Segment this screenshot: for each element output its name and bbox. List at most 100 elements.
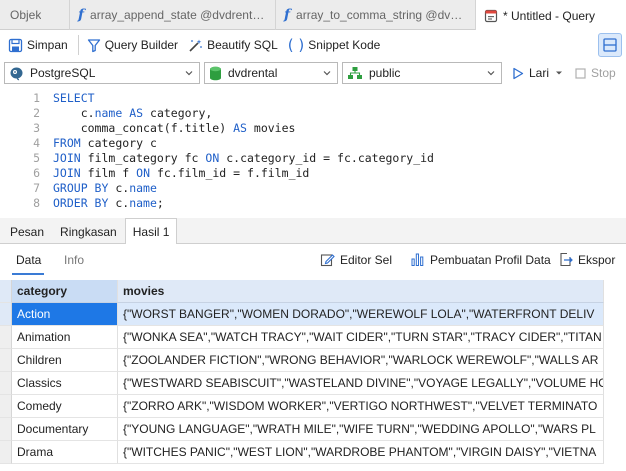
funnel-icon [87,38,101,53]
line-number: 8 [33,196,40,210]
tab-hasil-1[interactable]: Hasil 1 [124,218,178,244]
table-row[interactable]: Classics {"WESTWARD SEABISCUIT","WASTELA… [0,372,626,395]
cell-category[interactable]: Action [12,303,118,326]
chevron-down-icon [184,67,194,81]
chevron-down-icon [486,67,496,81]
code-snippet-button[interactable]: ( ) Snippet Kode [284,33,385,57]
chevron-down-icon [322,67,332,81]
subtab-data[interactable]: Data [16,253,41,267]
layout-toggle-button[interactable] [598,33,622,57]
export-button[interactable]: Ekspor [558,252,615,267]
schema-value: public [369,66,401,80]
tab-label: Ringkasan [60,224,117,239]
query-builder-label: Query Builder [104,38,179,52]
cell-movies[interactable]: {"WONKA SEA","WATCH TRACY","WAIT CIDER",… [118,326,604,349]
cell-editor-button[interactable]: Editor Sel [320,252,392,267]
export-icon [558,252,573,267]
run-label: Lari [529,66,550,80]
active-subtab-indicator [12,273,44,275]
cell-movies[interactable]: {"WITCHES PANIC","WEST LION","WARDROBE P… [118,441,604,464]
cell-editor-label: Editor Sel [340,252,393,267]
data-profiling-button[interactable]: Pembuatan Profil Data [410,252,551,267]
beautify-sql-label: Beautify SQL [207,38,278,52]
parentheses-icon: ( ) [287,36,305,54]
row-header[interactable] [0,418,12,441]
row-header[interactable] [0,326,12,349]
tab-ringkasan[interactable]: Ringkasan [52,219,125,243]
table-row[interactable]: Action {"WORST BANGER","WOMEN DORADO","W… [0,303,626,326]
result-tab-bar: Pesan Ringkasan Hasil 1 [0,218,626,244]
run-dropdown-icon[interactable] [555,69,563,77]
table-row[interactable]: Drama {"WITCHES PANIC","WEST LION","WARD… [0,441,626,464]
column-header-category[interactable]: category [12,280,118,303]
result-grid[interactable]: category movies Action {"WORST BANGER","… [0,280,626,471]
tab-array-to-comma-string[interactable]: f array_to_comma_string @dvdr... [276,0,476,30]
connection-select[interactable]: PostgreSQL [4,62,200,84]
code-line: 2 c.name AS category, [0,106,626,121]
row-header[interactable] [0,372,12,395]
subtab-info[interactable]: Info [64,253,84,267]
run-button[interactable]: Lari [508,62,567,84]
row-header[interactable] [0,303,12,326]
code-line: 5 JOIN film_category fc ON c.category_id … [0,151,626,166]
play-icon [512,67,524,80]
stop-icon [575,67,586,79]
cell-category[interactable]: Children [12,349,118,372]
line-number: 7 [33,181,40,195]
tab-pesan[interactable]: Pesan [2,219,52,243]
tab-untitled-query[interactable]: * Untitled - Query [476,0,626,31]
row-header[interactable] [0,395,12,418]
cell-category[interactable]: Drama [12,441,118,464]
table-row[interactable]: Animation {"WONKA SEA","WATCH TRACY","WA… [0,326,626,349]
magic-wand-icon [188,38,203,53]
line-number: 6 [33,166,40,180]
editor-tab-bar: Objek f array_append_state @dvdrental...… [0,0,626,31]
row-header-corner [0,280,12,303]
cell-movies[interactable]: {"WESTWARD SEABISCUIT","WASTELAND DIVINE… [118,372,604,395]
cell-category[interactable]: Comedy [12,395,118,418]
cell-category[interactable]: Documentary [12,418,118,441]
grid-header-row: category movies [0,280,626,303]
database-select[interactable]: dvdrental [204,62,338,84]
result-subtoolbar: Data Info Editor Sel Pembuatan Profil Da… [0,246,626,276]
table-row[interactable]: Documentary {"YOUNG LANGUAGE","WRATH MIL… [0,418,626,441]
connection-value: PostgreSQL [30,66,96,80]
row-header[interactable] [0,349,12,372]
row-header[interactable] [0,441,12,464]
save-button[interactable]: Simpan [4,33,72,57]
tab-label: * Untitled - Query [503,8,596,23]
cell-movies[interactable]: {"ZOOLANDER FICTION","WRONG BEHAVIOR","W… [118,349,604,372]
line-number: 4 [33,136,40,150]
stop-label: Stop [591,66,616,80]
schema-select[interactable]: public [342,62,502,84]
tab-objek[interactable]: Objek [0,0,70,30]
query-icon [484,9,498,23]
cell-movies[interactable]: {"WORST BANGER","WOMEN DORADO","WEREWOLF… [118,303,604,326]
table-row[interactable]: Children {"ZOOLANDER FICTION","WRONG BEH… [0,349,626,372]
edit-icon [320,252,335,267]
query-builder-button[interactable]: Query Builder [83,33,182,57]
tab-label: Hasil 1 [132,224,170,239]
line-number: 2 [33,106,40,120]
toolbar-divider [77,35,79,55]
beautify-sql-button[interactable]: Beautify SQL [184,33,282,57]
function-icon: f [78,7,85,23]
cell-category[interactable]: Animation [12,326,118,349]
cell-movies[interactable]: {"YOUNG LANGUAGE","WRATH MILE","WIFE TUR… [118,418,604,441]
database-icon [209,66,222,81]
cell-category[interactable]: Classics [12,372,118,395]
export-label: Ekspor [578,252,616,267]
stop-button[interactable]: Stop [571,62,620,84]
database-value: dvdrental [228,66,278,80]
code-line: 3 comma_concat(f.title) AS movies [0,121,626,136]
function-icon: f [284,7,291,23]
postgresql-icon [9,66,24,81]
sql-editor[interactable]: 1 SELECT 2 c.name AS category, 3 comma_co… [0,88,626,214]
tab-array-append-state[interactable]: f array_append_state @dvdrental... [70,0,276,30]
line-number: 3 [33,121,40,135]
cell-movies[interactable]: {"ZORRO ARK","WISDOM WORKER","VERTIGO NO… [118,395,604,418]
column-header-movies[interactable]: movies [118,280,604,303]
table-row[interactable]: Comedy {"ZORRO ARK","WISDOM WORKER","VER… [0,395,626,418]
code-line: 4 FROM category c [0,136,626,151]
save-label: Simpan [27,38,68,52]
